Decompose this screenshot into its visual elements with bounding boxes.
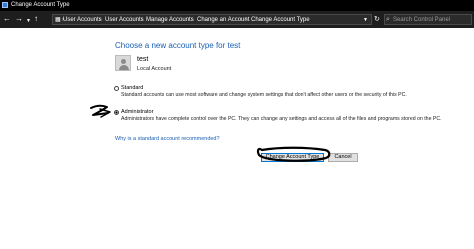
control-panel-small-icon: ▦ [55, 17, 61, 23]
search-placeholder: Search Control Panel [393, 17, 451, 23]
forward-arrow-icon[interactable]: → [15, 15, 23, 23]
user-avatar [115, 55, 131, 71]
standard-account-help-link[interactable]: Why is a standard account recommended? [115, 136, 220, 142]
chevron-right-icon: › [141, 17, 143, 23]
administrator-option-description: Administrators have complete control ove… [121, 116, 442, 122]
change-account-type-button[interactable]: Change Account Type [261, 153, 324, 162]
page-title: Choose a new account type for test [115, 41, 241, 50]
standard-option-label[interactable]: Standard [121, 85, 143, 91]
breadcrumb-item[interactable]: User Accounts [63, 17, 102, 24]
title-bar: Change Account Type [0, 0, 474, 11]
window-title: Change Account Type [11, 2, 70, 8]
address-bar: ← → ▼ ↑ ▦ › User Accounts › User Account… [0, 11, 474, 28]
breadcrumb-item[interactable]: User Accounts [105, 17, 144, 24]
recent-pages-chevron-icon[interactable]: ▼ [26, 17, 31, 25]
main-content: Choose a new account type for test test … [0, 28, 474, 249]
control-panel-icon [2, 2, 8, 8]
breadcrumb-item[interactable]: Change an Account [197, 17, 249, 24]
address-dropdown-icon[interactable]: ▼ [363, 17, 368, 24]
user-account-type: Local Account [137, 66, 172, 72]
standard-option-description: Standard accounts can use most software … [121, 92, 407, 98]
administrator-option-label[interactable]: Administrator [121, 109, 153, 115]
chevron-right-icon: › [191, 17, 193, 23]
search-icon: ⌕ [386, 16, 390, 23]
user-name: test [137, 56, 149, 63]
administrator-radio[interactable] [114, 110, 119, 115]
breadcrumb[interactable]: ▦ › User Accounts › User Accounts › Mana… [52, 14, 372, 25]
cancel-button[interactable]: Cancel [328, 153, 358, 162]
breadcrumb-item[interactable]: Manage Accounts [146, 17, 194, 24]
back-arrow-icon[interactable]: ← [3, 15, 11, 23]
refresh-icon[interactable]: ↻ [374, 15, 380, 23]
chevron-right-icon: › [245, 17, 247, 23]
search-input[interactable]: ⌕ Search Control Panel [384, 14, 472, 25]
breadcrumb-item-current[interactable]: Change Account Type [251, 17, 310, 24]
standard-radio[interactable] [114, 86, 119, 91]
up-arrow-icon[interactable]: ↑ [34, 15, 38, 23]
chevron-right-icon: › [99, 17, 101, 23]
